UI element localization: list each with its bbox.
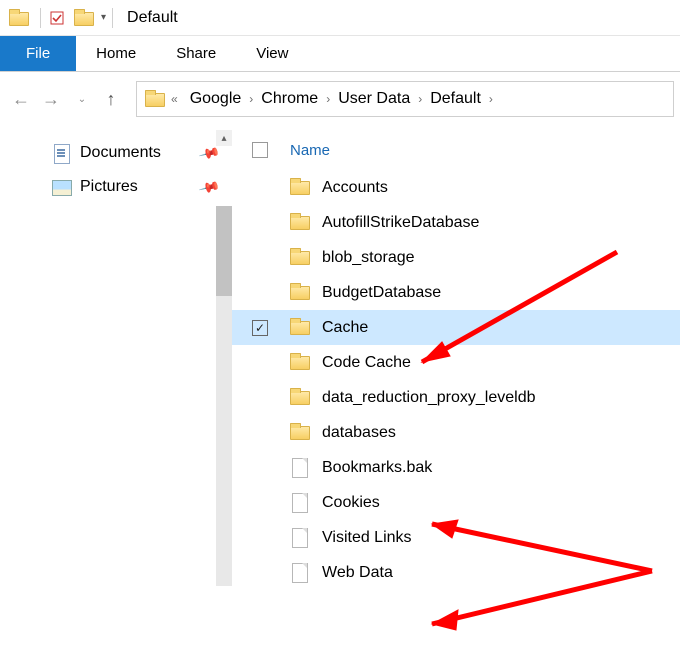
item-checkbox[interactable] [252,180,268,196]
app-icon [8,8,28,28]
folder-icon [290,423,310,443]
column-header-row: Name [232,136,680,164]
file-list-item[interactable]: Code Cache [232,345,680,380]
breadcrumb-3[interactable]: Default [430,90,481,108]
file-list-item[interactable]: Cookies [232,485,680,520]
sidebar: Documents 📌 Pictures 📌 ▴ [0,126,232,651]
chevron-right-icon[interactable]: › [410,92,430,106]
scroll-thumb[interactable] [216,206,232,296]
breadcrumb-2[interactable]: User Data [338,90,410,108]
explorer-body: Documents 📌 Pictures 📌 ▴ ⌃ Name Accounts… [0,126,680,651]
document-icon [52,144,70,162]
folder-icon [290,283,310,303]
sidebar-item-label: Documents [80,144,161,162]
folder-icon [290,213,310,233]
file-list-item[interactable]: Accounts [232,170,680,205]
window-title: Default [127,9,178,27]
address-folder-icon [145,90,163,108]
column-name-header[interactable]: Name [290,142,330,159]
folder-icon [290,388,310,408]
item-name-label: Bookmarks.bak [322,459,432,477]
breadcrumb-1[interactable]: Chrome [261,90,318,108]
tab-home[interactable]: Home [76,36,156,71]
sidebar-item-label: Pictures [80,178,138,196]
file-list: Accounts AutofillStrikeDatabase blob_stora… [232,164,680,590]
item-checkbox[interactable] [252,355,268,371]
item-name-label: blob_storage [322,249,415,267]
item-name-label: Visited Links [322,529,412,547]
item-name-label: data_reduction_proxy_leveldb [322,389,535,407]
chevron-right-icon[interactable]: › [318,92,338,106]
file-icon [290,493,310,513]
breadcrumb-overflow[interactable]: « [163,92,186,106]
pictures-icon [52,178,70,196]
qat-customize-icon[interactable]: ▾ [101,12,106,23]
chevron-right-icon[interactable]: › [481,92,501,106]
file-list-item[interactable]: Visited Links [232,520,680,555]
qat-newfolder-icon[interactable] [73,8,93,28]
tab-view[interactable]: View [236,36,308,71]
item-checkbox[interactable] [252,390,268,406]
tab-file[interactable]: File [0,36,76,71]
sidebar-item-pictures[interactable]: Pictures 📌 [0,170,232,204]
item-name-label: BudgetDatabase [322,284,441,302]
file-icon [290,528,310,548]
file-list-item[interactable]: AutofillStrikeDatabase [232,205,680,240]
folder-icon [290,318,310,338]
item-name-label: Cookies [322,494,380,512]
item-checkbox[interactable]: ✓ [252,320,268,336]
qat-title-separator [112,8,113,28]
item-checkbox[interactable] [252,215,268,231]
item-name-label: Code Cache [322,354,411,372]
scroll-up-icon[interactable]: ▴ [216,130,232,146]
file-list-item[interactable]: ✓ Cache [232,310,680,345]
select-all-checkbox[interactable] [252,142,268,158]
file-list-item[interactable]: databases [232,415,680,450]
item-name-label: databases [322,424,396,442]
file-list-item[interactable]: data_reduction_proxy_leveldb [232,380,680,415]
sidebar-item-documents[interactable]: Documents 📌 [0,136,232,170]
nav-forward-button[interactable]: → [36,84,66,114]
file-list-item[interactable]: Web Data [232,555,680,590]
sidebar-scrollbar[interactable]: ▴ [216,130,232,586]
item-checkbox[interactable] [252,425,268,441]
item-name-label: Accounts [322,179,388,197]
qat-separator [40,8,41,28]
folder-icon [290,353,310,373]
item-checkbox[interactable] [252,495,268,511]
address-bar[interactable]: « Google › Chrome › User Data › Default … [136,81,674,117]
nav-recent-dropdown[interactable]: ⌄ [66,84,96,114]
item-checkbox[interactable] [252,250,268,266]
item-checkbox[interactable] [252,285,268,301]
item-name-label: Cache [322,319,368,337]
file-list-pane: ⌃ Name AccountsAutofillStrikeDatabaseblo… [232,126,680,651]
breadcrumb-0[interactable]: Google [190,90,242,108]
folder-icon [290,248,310,268]
file-icon [290,563,310,583]
scroll-track[interactable] [216,206,232,586]
tab-share[interactable]: Share [156,36,236,71]
nav-row: ← → ⌄ ↑ « Google › Chrome › User Data › … [0,72,680,126]
chevron-right-icon[interactable]: › [241,92,261,106]
item-name-label: AutofillStrikeDatabase [322,214,479,232]
folder-icon [290,178,310,198]
file-icon [290,458,310,478]
item-checkbox[interactable] [252,460,268,476]
file-list-item[interactable]: Bookmarks.bak [232,450,680,485]
file-list-item[interactable]: BudgetDatabase [232,275,680,310]
file-list-item[interactable]: blob_storage [232,240,680,275]
ribbon-tabs: File Home Share View [0,36,680,72]
qat-properties-icon[interactable] [47,8,67,28]
nav-back-button[interactable]: ← [6,84,36,114]
nav-up-button[interactable]: ↑ [96,84,126,114]
item-name-label: Web Data [322,564,393,582]
item-checkbox[interactable] [252,565,268,581]
title-bar: ▾ Default [0,0,680,36]
item-checkbox[interactable] [252,530,268,546]
